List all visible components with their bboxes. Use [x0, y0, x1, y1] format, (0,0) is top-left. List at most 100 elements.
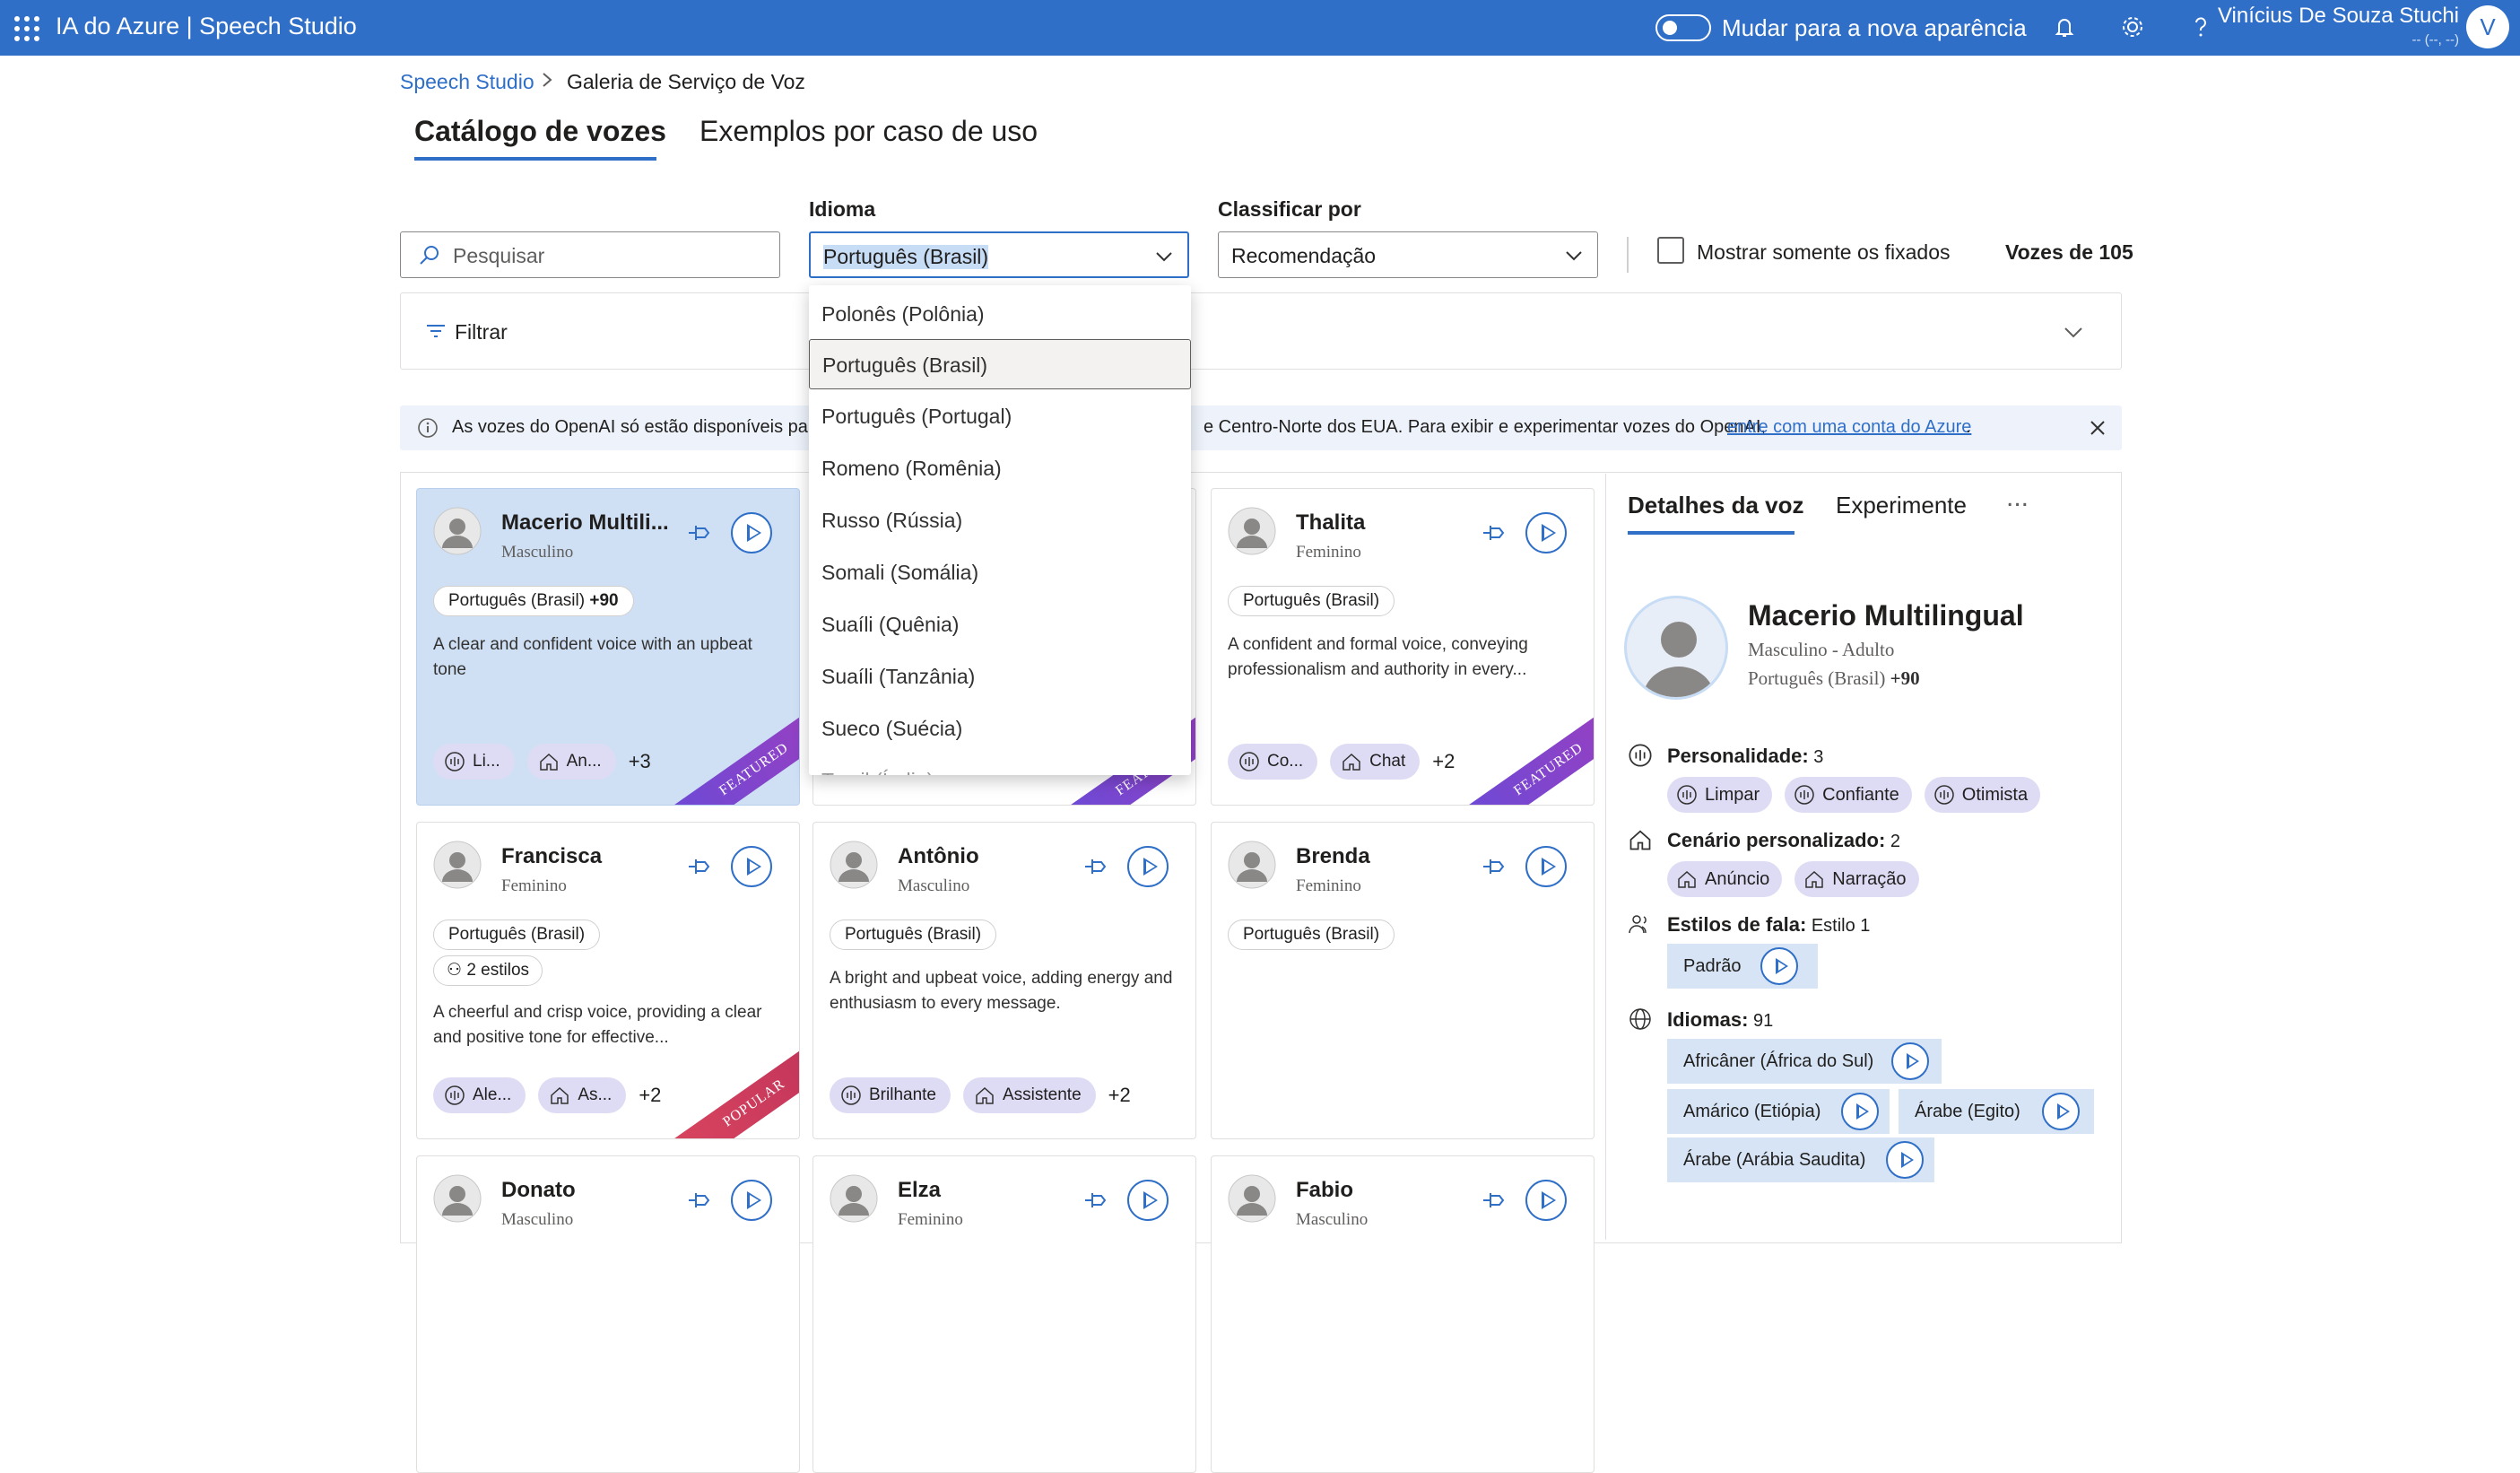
voice-language-badge: Português (Brasil)	[1228, 586, 1395, 616]
info-banner: As vozes do OpenAI só estão disponíveis …	[400, 405, 2122, 450]
more-tags-count: +2	[1108, 1084, 1131, 1106]
filter-icon	[427, 325, 445, 337]
tab-try-it[interactable]: Experimente	[1836, 492, 1967, 519]
pin-icon[interactable]	[1481, 855, 1508, 878]
voice-name: Fabio	[1296, 1178, 1353, 1202]
voice-card-fabio[interactable]: Fabio Masculino	[1211, 1155, 1595, 1473]
play-button[interactable]	[1891, 1042, 1929, 1080]
app-title[interactable]: IA do Azure | Speech Studio	[56, 13, 357, 40]
bell-icon[interactable]	[2050, 13, 2079, 41]
avatar	[1624, 596, 1728, 700]
language-option[interactable]: Suaíli (Quênia)	[809, 599, 1191, 649]
avatar	[830, 1174, 878, 1223]
tab-use-case-examples[interactable]: Exemplos por caso de uso	[700, 115, 1038, 148]
language-option[interactable]: Tamil (Índia)	[809, 755, 1191, 775]
pin-icon[interactable]	[1481, 1189, 1508, 1212]
sign-in-link[interactable]: entre com uma conta do Azure	[1727, 417, 1971, 438]
scenario-icon	[1343, 753, 1360, 771]
voice-card-macerio[interactable]: Macerio Multili... Masculino Português (…	[416, 488, 800, 806]
play-button[interactable]	[1760, 947, 1798, 985]
filter-bar[interactable]: Filtrar	[400, 292, 2122, 370]
voice-card-elza[interactable]: Elza Feminino	[812, 1155, 1196, 1473]
pinned-only-label[interactable]: Mostrar somente os fixados	[1697, 240, 1951, 265]
scenario-tag: As...	[538, 1077, 627, 1113]
sort-select[interactable]: Recomendação	[1218, 231, 1598, 278]
language-name: Árabe (Egito)	[1915, 1102, 2020, 1121]
voice-name: Thalita	[1296, 510, 1366, 535]
user-name[interactable]: Vinícius De Souza Stuchi	[2218, 4, 2459, 29]
play-button[interactable]	[1886, 1141, 1924, 1179]
pin-icon[interactable]	[1481, 521, 1508, 545]
voice-name: Macerio Multili...	[501, 510, 669, 535]
play-button[interactable]	[731, 512, 772, 553]
voice-gender: Masculino	[501, 1210, 574, 1229]
voice-name: Antônio	[898, 844, 979, 868]
close-icon[interactable]	[2086, 416, 2109, 440]
more-options-icon[interactable]: ...	[2006, 483, 2029, 513]
chevron-down-icon[interactable]	[2062, 320, 2085, 344]
pin-icon[interactable]	[686, 1189, 713, 1212]
filter-label: Filtrar	[455, 320, 508, 344]
voice-card-francisca[interactable]: Francisca Feminino Português (Brasil) ⚇ …	[416, 822, 800, 1139]
tab-voice-details[interactable]: Detalhes da voz	[1628, 492, 1804, 519]
voice-wave-icon	[1239, 752, 1259, 771]
language-select[interactable]: Português (Brasil)	[809, 231, 1189, 278]
play-button[interactable]	[731, 1180, 772, 1221]
voice-language-badge: Português (Brasil)	[1228, 920, 1395, 950]
top-bar: IA do Azure | Speech Studio Mudar para a…	[0, 0, 2520, 56]
voice-language: Português (Brasil) +90	[1748, 667, 1920, 689]
chevron-right-icon	[543, 73, 552, 87]
play-button[interactable]	[1525, 1180, 1567, 1221]
voice-card-thalita[interactable]: Thalita Feminino Português (Brasil) A co…	[1211, 488, 1595, 806]
voice-wave-icon	[841, 1085, 861, 1105]
user-avatar[interactable]: V	[2466, 5, 2509, 48]
language-dropdown-list[interactable]: Polonês (Polônia) Português (Brasil) Por…	[809, 285, 1191, 775]
language-option[interactable]: Sueco (Suécia)	[809, 703, 1191, 754]
voice-tags: Brilhante Assistente +2	[830, 1077, 1131, 1113]
scenario-tag: An...	[526, 744, 616, 780]
new-look-toggle[interactable]	[1655, 14, 1711, 41]
language-option[interactable]: Português (Portugal)	[809, 391, 1191, 441]
play-button[interactable]	[1127, 1180, 1169, 1221]
pin-icon[interactable]	[686, 521, 713, 545]
scenario-icon	[976, 1086, 994, 1104]
search-icon	[420, 246, 439, 265]
help-icon[interactable]	[2186, 13, 2215, 41]
breadcrumb-speech-studio[interactable]: Speech Studio	[400, 70, 534, 94]
language-option[interactable]: Romeno (Romênia)	[809, 443, 1191, 493]
chevron-down-icon	[1566, 251, 1582, 261]
pinned-only-checkbox[interactable]	[1657, 237, 1684, 264]
scenario-tag: Chat	[1330, 744, 1421, 780]
people-icon: ⚇	[447, 961, 463, 980]
language-option[interactable]: Somali (Somália)	[809, 547, 1191, 597]
voice-card-antonio[interactable]: Antônio Masculino Português (Brasil) A b…	[812, 822, 1196, 1139]
pin-icon[interactable]	[1082, 855, 1109, 878]
voice-name: Elza	[898, 1178, 942, 1202]
personality-tag: Brilhante	[830, 1077, 951, 1113]
gear-icon[interactable]	[2118, 13, 2147, 41]
language-option-selected[interactable]: Português (Brasil)	[809, 339, 1191, 389]
play-button[interactable]	[1525, 512, 1567, 553]
play-button[interactable]	[731, 846, 772, 887]
pin-icon[interactable]	[686, 855, 713, 878]
play-button[interactable]	[1525, 846, 1567, 887]
voice-card-donato[interactable]: Donato Masculino	[416, 1155, 800, 1473]
voice-name: Brenda	[1296, 844, 1370, 868]
info-period: .	[1966, 417, 1971, 437]
search-input[interactable]: Pesquisar	[400, 231, 780, 278]
language-option[interactable]: Polonês (Polônia)	[809, 289, 1191, 339]
language-option[interactable]: Russo (Rússia)	[809, 495, 1191, 545]
active-tab-indicator	[1628, 531, 1794, 535]
pin-icon[interactable]	[1082, 1189, 1109, 1212]
language-option[interactable]: Suaíli (Tanzânia)	[809, 651, 1191, 702]
voice-card-brenda[interactable]: Brenda Feminino Português (Brasil)	[1211, 822, 1595, 1139]
scenario-icon	[1678, 870, 1696, 888]
play-button[interactable]	[1841, 1093, 1879, 1130]
tab-voice-catalog[interactable]: Catálogo de vozes	[414, 115, 666, 148]
personality-tag: Ale...	[433, 1077, 526, 1113]
voice-description: A confident and formal voice, conveying …	[1228, 635, 1528, 679]
app-launcher-icon[interactable]	[14, 16, 39, 41]
play-button[interactable]	[1127, 846, 1169, 887]
play-button[interactable]	[2042, 1093, 2080, 1130]
sort-label: Classificar por	[1218, 197, 1361, 221]
